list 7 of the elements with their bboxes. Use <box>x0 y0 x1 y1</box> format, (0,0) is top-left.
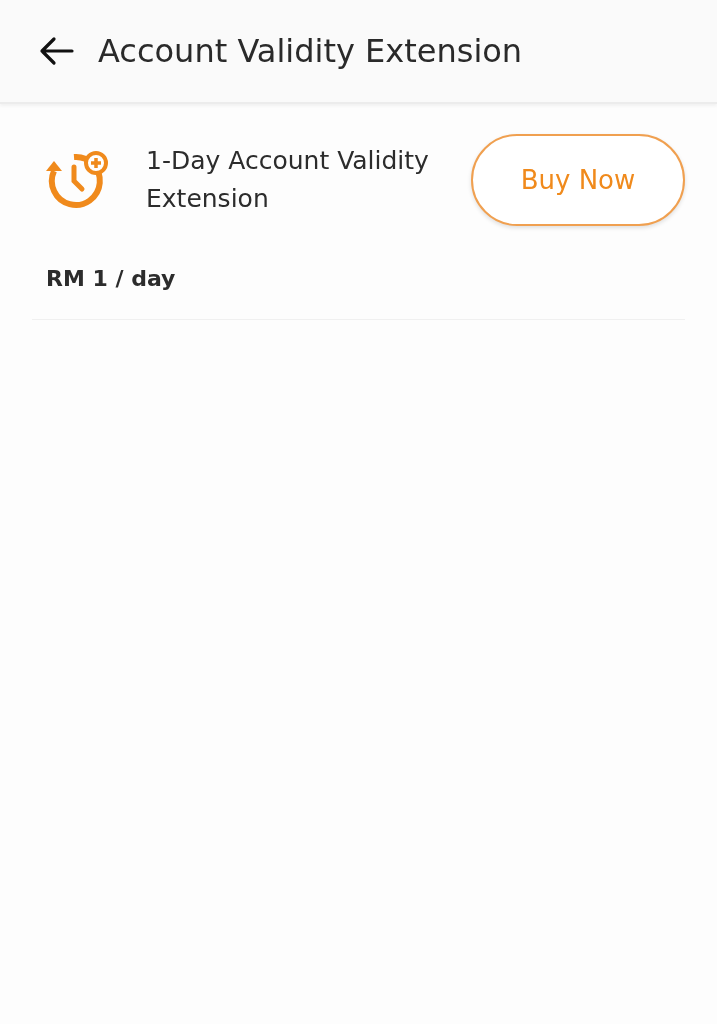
price-text: RM 1 / day <box>46 266 177 291</box>
back-arrow-icon <box>38 36 74 66</box>
back-button[interactable] <box>38 34 76 68</box>
page-title: Account Validity Extension <box>98 32 523 70</box>
clock-plus-icon <box>44 149 110 211</box>
offer-title: 1-Day Account Validity Extension <box>146 145 430 215</box>
buy-now-button[interactable]: Buy Now <box>471 134 685 226</box>
